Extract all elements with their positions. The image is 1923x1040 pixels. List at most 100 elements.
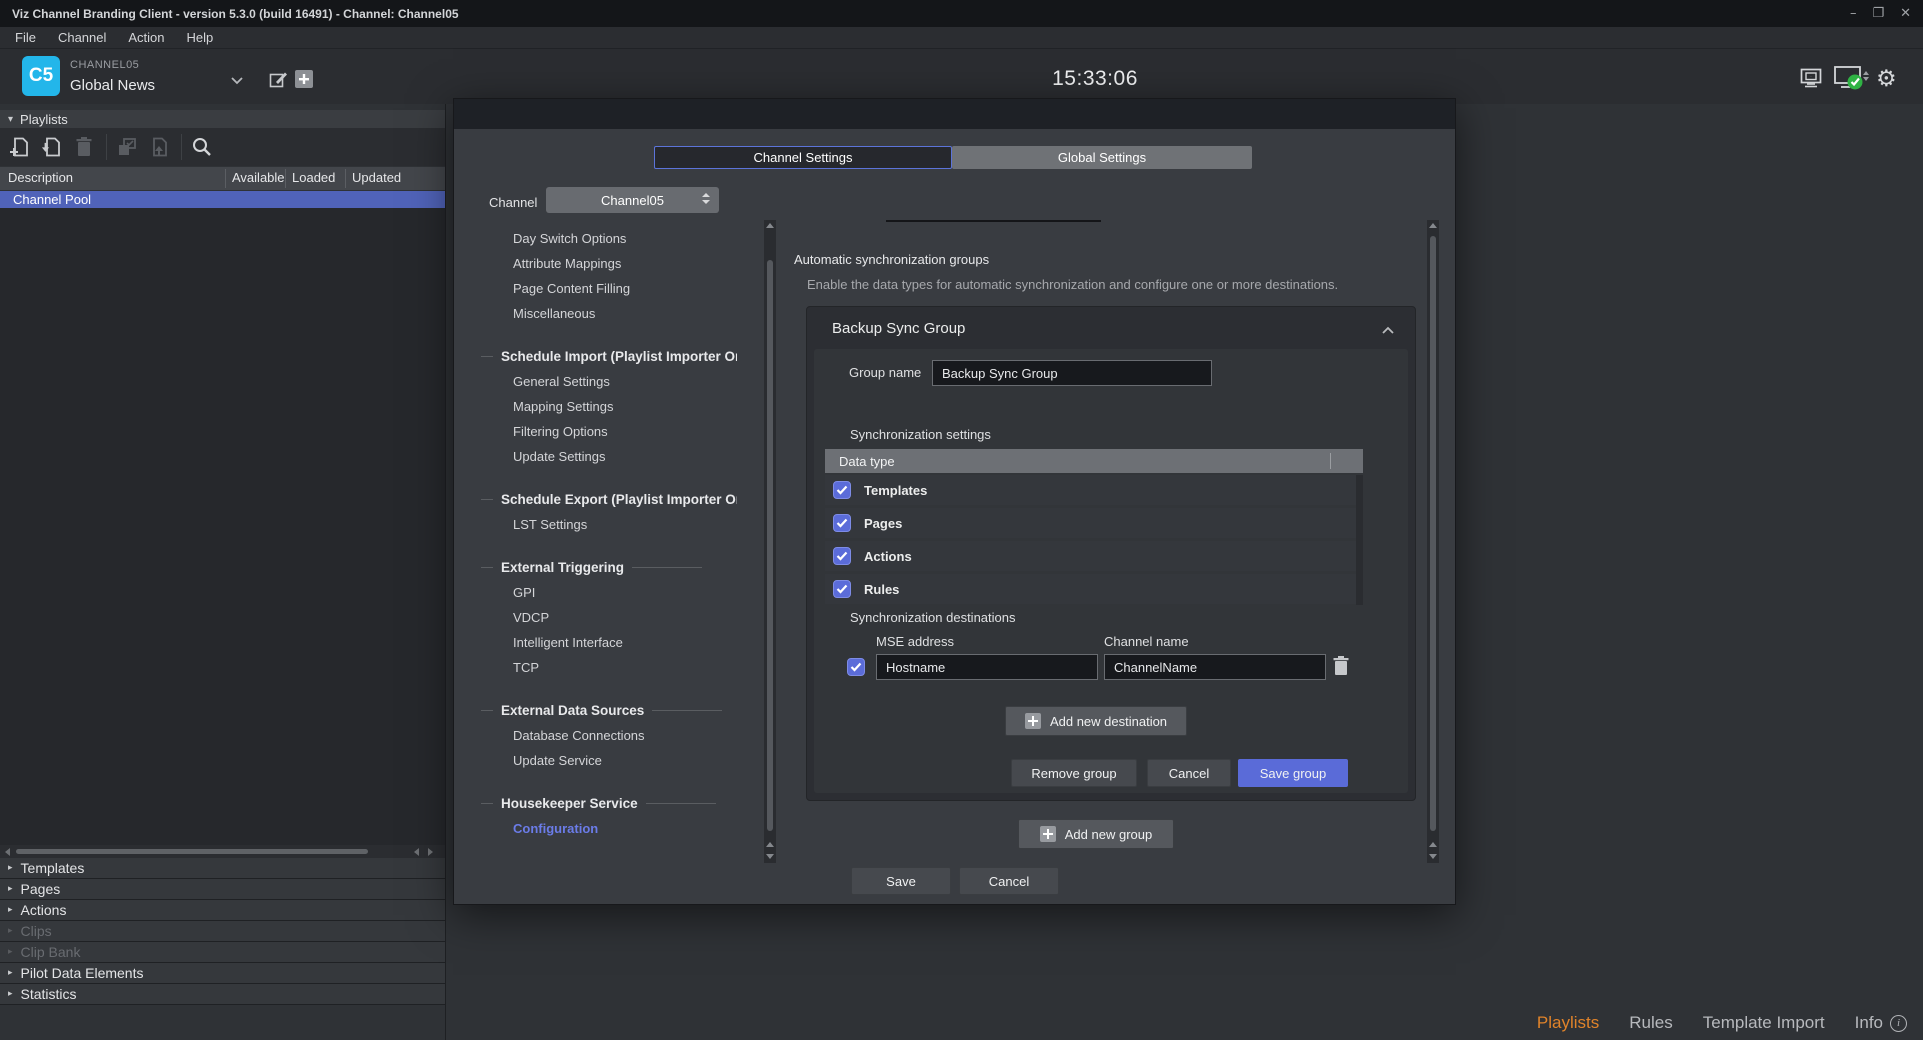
table-scrollbar-track[interactable] [1356, 475, 1363, 605]
scroll-up-arrow-icon[interactable] [1429, 842, 1437, 847]
channel-dropdown-chevron-icon[interactable] [230, 72, 244, 90]
templates-checkbox[interactable] [833, 481, 851, 499]
nav-intelligent-interface[interactable]: Intelligent Interface [481, 630, 737, 655]
status-bar: Playlists Rules Template Import Info i [1537, 1013, 1907, 1033]
destination-enabled-checkbox[interactable] [847, 658, 865, 676]
actions-checkbox[interactable] [833, 547, 851, 565]
clock: 15:33:06 [1020, 67, 1170, 91]
column-loaded[interactable]: Loaded [292, 170, 335, 185]
nav-scroll-thumb[interactable] [767, 260, 773, 831]
channel-name-input[interactable] [1104, 654, 1326, 680]
nav-lst-settings[interactable]: LST Settings [481, 512, 737, 537]
status-link-playlists[interactable]: Playlists [1537, 1013, 1599, 1033]
group-name-input[interactable] [932, 360, 1212, 386]
status-link-rules[interactable]: Rules [1629, 1013, 1672, 1033]
expand-triangle-icon: ▸ [8, 926, 13, 936]
tab-channel-settings[interactable]: Channel Settings [654, 146, 952, 169]
minimize-button[interactable]: – [1850, 7, 1857, 20]
output-settings-icon[interactable] [1799, 67, 1823, 94]
scroll-down-arrow-icon[interactable] [766, 854, 774, 859]
new-playlist-icon[interactable] [8, 135, 32, 159]
content-scroll-thumb[interactable] [1430, 236, 1436, 831]
channel-badge: C5 [22, 56, 60, 96]
nav-update-service[interactable]: Update Service [481, 748, 737, 773]
delete-destination-icon[interactable] [1332, 655, 1350, 682]
playlist-horizontal-scrollbar[interactable] [0, 845, 445, 858]
scroll-left-arrow-icon[interactable] [414, 848, 419, 856]
data-type-column-header[interactable]: Data type [825, 449, 1363, 473]
save-group-button[interactable]: Save group [1238, 759, 1348, 787]
nav-page-content-filling[interactable]: Page Content Filling [481, 276, 737, 301]
edit-channel-icon[interactable] [268, 69, 289, 95]
rules-checkbox[interactable] [833, 580, 851, 598]
playlists-section-label: Playlists [20, 112, 68, 127]
close-button[interactable]: ✕ [1900, 7, 1911, 20]
accordion-actions[interactable]: ▸ Actions [0, 900, 445, 921]
status-link-template-import[interactable]: Template Import [1703, 1013, 1825, 1033]
scroll-down-arrow-icon[interactable] [1429, 854, 1437, 859]
playlist-table-body [0, 208, 445, 845]
group-cancel-button[interactable]: Cancel [1147, 759, 1231, 787]
nav-vdcp[interactable]: VDCP [481, 605, 737, 630]
playlist-row-channel-pool[interactable]: Channel Pool [0, 191, 445, 208]
group-panel-title: Backup Sync Group [832, 320, 965, 337]
nav-update-settings[interactable]: Update Settings [481, 444, 737, 469]
nav-scrollbar[interactable] [764, 220, 776, 863]
content-scrollbar[interactable] [1427, 220, 1439, 863]
collapse-triangle-icon: ▾ [8, 114, 13, 125]
channel-select[interactable]: Channel05 [546, 187, 719, 213]
restore-button[interactable]: ❐ [1872, 7, 1884, 20]
tab-global-settings[interactable]: Global Settings [952, 146, 1252, 169]
export-playlist-icon[interactable] [147, 135, 171, 159]
connection-status-icon[interactable] [1833, 65, 1871, 96]
dialog-cancel-button[interactable]: Cancel [959, 867, 1059, 895]
collapse-group-chevron-icon[interactable] [1381, 322, 1395, 340]
nav-attribute-mappings[interactable]: Attribute Mappings [481, 251, 737, 276]
nav-configuration[interactable]: Configuration [481, 816, 737, 841]
nav-filtering-options[interactable]: Filtering Options [481, 419, 737, 444]
nav-day-switch-options[interactable]: Day Switch Options [481, 226, 737, 251]
menu-help[interactable]: Help [176, 30, 225, 45]
scroll-right-arrow-icon[interactable] [428, 848, 433, 856]
status-link-info[interactable]: Info i [1855, 1013, 1907, 1033]
nav-miscellaneous[interactable]: Miscellaneous [481, 301, 737, 326]
add-channel-icon[interactable] [294, 69, 314, 94]
accordion-pages[interactable]: ▸ Pages [0, 879, 445, 900]
mse-address-input[interactable] [876, 654, 1098, 680]
dialog-header [454, 99, 1455, 129]
scroll-up-arrow-icon[interactable] [766, 223, 774, 228]
nav-tcp[interactable]: TCP [481, 655, 737, 680]
pages-checkbox[interactable] [833, 514, 851, 532]
accordion-templates[interactable]: ▸ Templates [0, 858, 445, 879]
plus-icon [1040, 826, 1056, 842]
column-description[interactable]: Description [8, 170, 73, 185]
settings-gear-icon[interactable]: ⚙ [1876, 65, 1897, 92]
nav-gpi[interactable]: GPI [481, 580, 737, 605]
remove-group-button[interactable]: Remove group [1011, 759, 1137, 787]
activate-playlist-icon[interactable] [115, 135, 139, 159]
search-icon[interactable] [190, 135, 214, 159]
scroll-up-arrow-icon[interactable] [1429, 223, 1437, 228]
window-title: Viz Channel Branding Client - version 5.… [12, 7, 459, 21]
menu-channel[interactable]: Channel [47, 30, 117, 45]
accordion-pilot-data-elements[interactable]: ▸ Pilot Data Elements [0, 963, 445, 984]
menu-action[interactable]: Action [117, 30, 175, 45]
mse-address-column-label: MSE address [876, 634, 954, 649]
column-updated[interactable]: Updated [352, 170, 401, 185]
playlists-section-header[interactable]: ▾ Playlists [0, 110, 445, 128]
nav-database-connections[interactable]: Database Connections [481, 723, 737, 748]
menu-file[interactable]: File [4, 30, 47, 45]
data-type-row-templates: Templates [825, 475, 1356, 505]
dialog-save-button[interactable]: Save [851, 867, 951, 895]
accordion-statistics[interactable]: ▸ Statistics [0, 984, 445, 1005]
open-playlist-icon[interactable] [40, 135, 64, 159]
scroll-up-arrow-icon[interactable] [766, 842, 774, 847]
add-group-button[interactable]: Add new group [1018, 819, 1174, 849]
scroll-left-arrow-icon[interactable] [5, 848, 10, 856]
horizontal-scroll-thumb[interactable] [16, 849, 368, 854]
nav-general-settings[interactable]: General Settings [481, 369, 737, 394]
add-destination-button[interactable]: Add new destination [1005, 706, 1187, 736]
delete-playlist-icon[interactable] [72, 135, 96, 159]
nav-mapping-settings[interactable]: Mapping Settings [481, 394, 737, 419]
column-available[interactable]: Available [232, 170, 285, 185]
